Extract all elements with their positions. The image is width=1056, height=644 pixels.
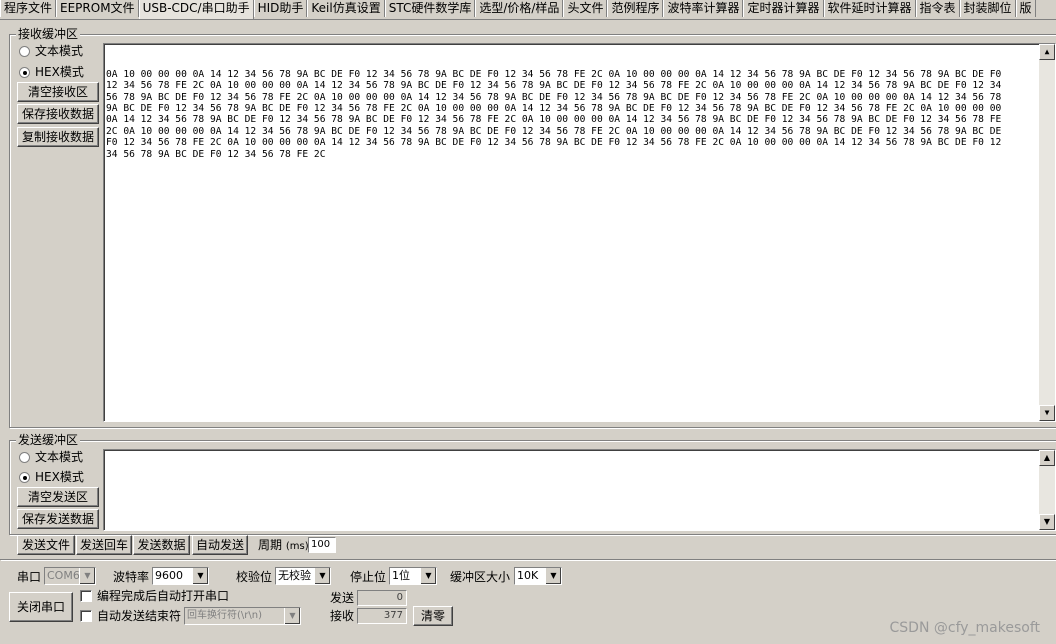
receive-hex-mode-radio[interactable] (19, 67, 30, 78)
tab-2[interactable]: USB-CDC/串口助手 (138, 0, 254, 19)
end-char-select[interactable]: 回车换行符(\r\n) ▼ (184, 607, 301, 625)
parity-select[interactable]: 无校验 ▼ (275, 567, 331, 585)
scroll-down-icon[interactable]: ▼ (1039, 514, 1055, 530)
receive-text-mode-radio[interactable] (19, 46, 30, 57)
receive-line: F0 12 34 56 78 FE 2C 0A 10 00 00 00 0A 1… (106, 137, 1002, 149)
copy-receive-button[interactable]: 复制接收数据 (17, 127, 99, 147)
settings-separator (0, 559, 1056, 560)
baud-label: 波特率 (113, 570, 150, 584)
chevron-down-icon[interactable]: ▼ (192, 568, 208, 584)
port-select[interactable]: COM6 ▼ (44, 567, 96, 585)
send-buffer-title: 发送缓冲区 (16, 433, 81, 447)
sent-count-field: 0 (357, 590, 407, 606)
tab-9[interactable]: 波特率计算器 (663, 0, 744, 17)
receive-line: 2C 0A 10 00 00 00 0A 14 12 34 56 78 9A B… (106, 125, 1002, 137)
receive-line: 56 78 9A BC DE F0 12 34 56 78 FE 2C 0A 1… (106, 91, 1002, 103)
baud-value: 9600 (155, 569, 183, 582)
period-label-text: 周期 (258, 538, 283, 552)
receive-line: 0A 10 00 00 00 0A 14 12 34 56 78 9A BC D… (106, 68, 1002, 80)
receive-line: 12 34 56 78 FE 2C 0A 10 00 00 00 0A 14 1… (106, 80, 1002, 92)
tab-14[interactable]: 版 (1015, 0, 1036, 17)
send-file-button[interactable]: 发送文件 (17, 535, 75, 555)
clear-send-button[interactable]: 清空发送区 (17, 487, 99, 507)
auto-end-label: 自动发送结束符 (97, 609, 182, 623)
stop-bits-label: 停止位 (350, 570, 387, 584)
period-unit: (ms) (285, 541, 309, 552)
send-scrollbar[interactable]: ▲ ▼ (1039, 450, 1055, 530)
receive-buffer-title: 接收缓冲区 (16, 27, 81, 41)
receive-hex-mode-label: HEX模式 (35, 65, 84, 79)
save-send-button[interactable]: 保存发送数据 (17, 509, 99, 529)
receive-scrollbar[interactable]: ▲ ▼ (1039, 44, 1055, 421)
period-input[interactable]: 100 (308, 537, 336, 553)
port-value: COM6 (47, 569, 80, 582)
auto-send-button[interactable]: 自动发送 (192, 535, 248, 555)
tab-12[interactable]: 指令表 (915, 0, 960, 17)
scroll-up-icon[interactable]: ▲ (1039, 450, 1055, 466)
send-enter-button[interactable]: 发送回车 (76, 535, 132, 555)
scroll-up-icon[interactable]: ▲ (1039, 44, 1055, 60)
stop-bits-select[interactable]: 1位 ▼ (389, 567, 437, 585)
watermark: CSDN @cfy_makesoft (889, 620, 1041, 636)
chevron-down-icon[interactable]: ▼ (79, 568, 95, 584)
chevron-down-icon[interactable]: ▼ (545, 568, 561, 584)
send-hex-mode-radio[interactable] (19, 472, 30, 483)
tab-5[interactable]: STC硬件数学库 (384, 0, 476, 17)
buffer-size-value: 10K (517, 569, 539, 582)
period-label: 周期 (ms) (258, 538, 309, 554)
tab-0[interactable]: 程序文件 (0, 0, 57, 17)
receive-line: 0A 14 12 34 56 78 9A BC DE F0 12 34 56 7… (106, 114, 1002, 126)
auto-end-checkbox[interactable] (80, 610, 92, 622)
tab-13[interactable]: 封装脚位 (959, 0, 1016, 17)
auto-open-checkbox[interactable] (80, 590, 92, 602)
tab-8[interactable]: 范例程序 (607, 0, 664, 17)
receive-line: 34 56 78 9A BC DE F0 12 34 56 78 FE 2C (106, 148, 326, 160)
send-textarea[interactable]: ▲ ▼ (103, 449, 1056, 531)
reset-count-button[interactable]: 清零 (413, 606, 453, 626)
chevron-down-icon[interactable]: ▼ (420, 568, 436, 584)
tab-11[interactable]: 软件延时计算器 (823, 0, 916, 17)
end-char-value: 回车换行符(\r\n) (187, 610, 262, 621)
tab-10[interactable]: 定时器计算器 (743, 0, 824, 17)
clear-receive-button[interactable]: 清空接收区 (17, 82, 99, 102)
send-hex-mode-label: HEX模式 (35, 470, 84, 484)
buffer-size-label: 缓冲区大小 (450, 570, 511, 584)
tab-3[interactable]: HID助手 (253, 0, 308, 17)
tab-4[interactable]: Keil仿真设置 (307, 0, 385, 17)
send-text-mode-radio[interactable] (19, 452, 30, 463)
chevron-down-icon[interactable]: ▼ (284, 608, 300, 624)
receive-line: 9A BC DE F0 12 34 56 78 9A BC DE F0 12 3… (106, 103, 1002, 115)
receive-textarea[interactable]: 0A 10 00 00 00 0A 14 12 34 56 78 9A BC D… (103, 43, 1056, 422)
scroll-down-icon[interactable]: ▼ (1039, 405, 1055, 421)
receive-text-mode-label: 文本模式 (35, 44, 84, 58)
chevron-down-icon[interactable]: ▼ (314, 568, 330, 584)
parity-value: 无校验 (278, 569, 311, 582)
buffer-size-select[interactable]: 10K ▼ (514, 567, 562, 585)
parity-label: 校验位 (236, 570, 273, 584)
tab-7[interactable]: 头文件 (563, 0, 608, 17)
save-receive-button[interactable]: 保存接收数据 (17, 104, 99, 124)
baud-select[interactable]: 9600 ▼ (152, 567, 209, 585)
send-text-mode-label: 文本模式 (35, 450, 84, 464)
auto-open-label: 编程完成后自动打开串口 (97, 589, 230, 603)
recv-count-label: 接收 (330, 609, 355, 623)
close-port-button[interactable]: 关闭串口 (9, 592, 73, 622)
send-data-button[interactable]: 发送数据 (133, 535, 190, 555)
tab-6[interactable]: 选型/价格/样品 (475, 0, 564, 17)
receive-hex-content: 0A 10 00 00 00 0A 14 12 34 56 78 9A BC D… (106, 69, 1035, 160)
stop-bits-value: 1位 (392, 569, 410, 582)
recv-count-field: 377 (357, 608, 407, 624)
sent-count-label: 发送 (330, 591, 355, 605)
tab-strip: 程序文件 EEPROM文件 USB-CDC/串口助手 HID助手 Keil仿真设置 STC… (0, 0, 1056, 20)
tab-1[interactable]: EEPROM文件 (56, 0, 139, 17)
port-label: 串口 (17, 570, 42, 584)
